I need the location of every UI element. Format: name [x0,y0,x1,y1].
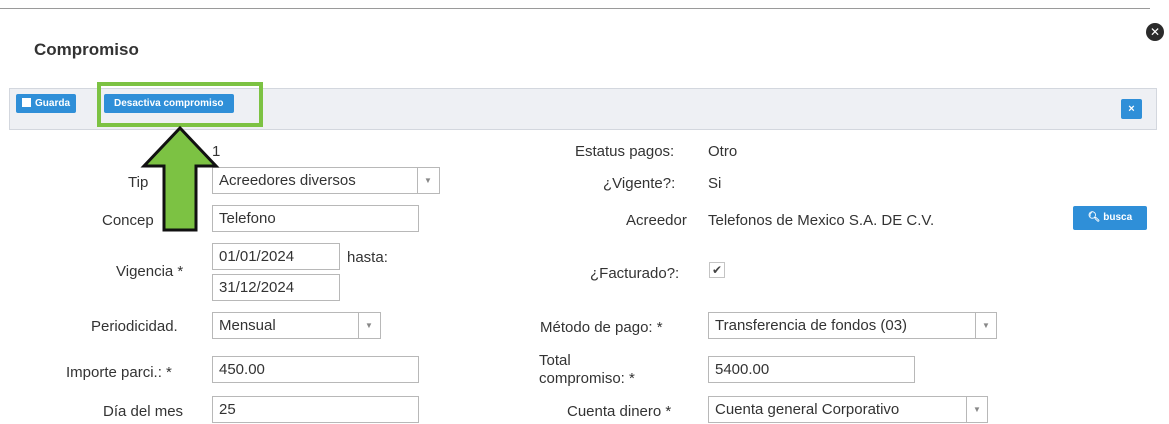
dia-del-mes-label: Día del mes [103,403,184,420]
importe-label: Importe parci.: * [66,364,172,381]
toolbar-close-button[interactable]: × [1121,99,1142,119]
vigente-value: Si [708,175,722,192]
dialog-title: Compromiso [34,40,139,59]
tipo-select-value: Acreedores diversos [219,172,356,189]
guarda-button[interactable]: Guarda [16,94,77,113]
periodicidad-select[interactable]: Mensual ▼ [212,312,381,339]
cuenta-dinero-select-value: Cuenta general Corporativo [715,401,900,418]
chevron-down-icon: ▼ [982,321,990,330]
facturado-checkbox[interactable]: ✔ [709,262,725,278]
guarda-button-label: Guarda [35,98,71,109]
busca-button[interactable]: 🔍︎ busca [1073,206,1147,230]
estatus-pagos-value: Otro [708,143,738,160]
acreedor-value: Telefonos de Mexico S.A. DE C.V. [708,212,935,229]
vigencia-desde-input[interactable]: 01/01/2024 [212,243,340,270]
cuenta-dinero-label: Cuenta dinero * [567,403,672,420]
busca-button-label: busca [1103,212,1133,223]
estatus-pagos-label: Estatus pagos: [575,143,675,160]
vigencia-label: Vigencia * [116,263,184,280]
cuenta-dinero-select[interactable]: Cuenta general Corporativo ▼ [708,396,988,423]
periodicidad-label: Periodicidad. [91,318,178,335]
save-checkbox-icon [22,98,31,107]
search-icon: 🔍︎ [1087,212,1101,223]
periodicidad-select-value: Mensual [219,317,276,334]
highlight-box [97,82,263,127]
up-arrow-icon [140,125,220,232]
metodo-pago-select-value: Transferencia de fondos (03) [715,317,908,334]
metodo-pago-select[interactable]: Transferencia de fondos (03) ▼ [708,312,997,339]
total-compromiso-label-line2: compromiso: * [539,370,635,387]
facturado-label: ¿Facturado?: [590,265,680,282]
total-compromiso-input[interactable]: 5400.00 [708,356,915,383]
hasta-label: hasta: [347,249,388,266]
importe-input[interactable]: 450.00 [212,356,419,383]
vigente-label: ¿Vigente?: [603,175,676,192]
close-circle-icon[interactable]: ✕ [1146,23,1164,41]
dia-del-mes-input[interactable]: 25 [212,396,419,423]
chevron-down-icon: ▼ [424,176,432,185]
top-divider [0,8,1150,9]
metodo-pago-label: Método de pago: * [540,319,663,336]
concepto-input[interactable]: Telefono [212,205,419,232]
chevron-down-icon: ▼ [973,405,981,414]
chevron-down-icon: ▼ [365,321,373,330]
acreedor-label: Acreedor [626,212,687,229]
vigencia-hasta-input[interactable]: 31/12/2024 [212,274,340,301]
tipo-select[interactable]: Acreedores diversos ▼ [212,167,440,194]
total-compromiso-label-line1: Total [539,352,571,369]
